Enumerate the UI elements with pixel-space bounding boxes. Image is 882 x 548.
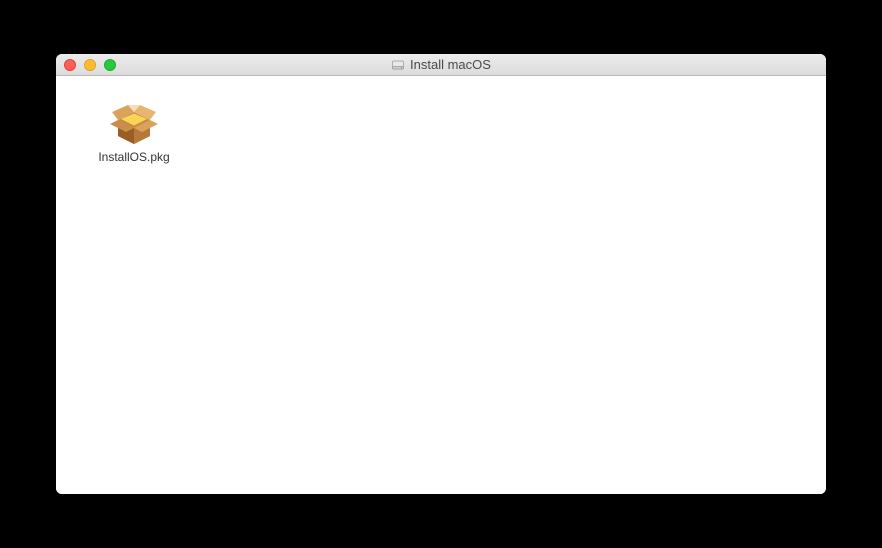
file-item-installos[interactable]: InstallOS.pkg xyxy=(84,94,184,168)
window-title: Install macOS xyxy=(410,57,491,72)
disk-icon xyxy=(391,58,405,72)
maximize-button[interactable] xyxy=(104,59,116,71)
close-button[interactable] xyxy=(64,59,76,71)
titlebar[interactable]: Install macOS xyxy=(56,54,826,76)
package-icon xyxy=(102,98,166,146)
minimize-button[interactable] xyxy=(84,59,96,71)
finder-window: Install macOS xyxy=(56,54,826,494)
content-area[interactable]: InstallOS.pkg xyxy=(56,76,826,494)
file-label: InstallOS.pkg xyxy=(98,150,169,164)
traffic-lights xyxy=(56,59,116,71)
window-title-area: Install macOS xyxy=(56,54,826,75)
